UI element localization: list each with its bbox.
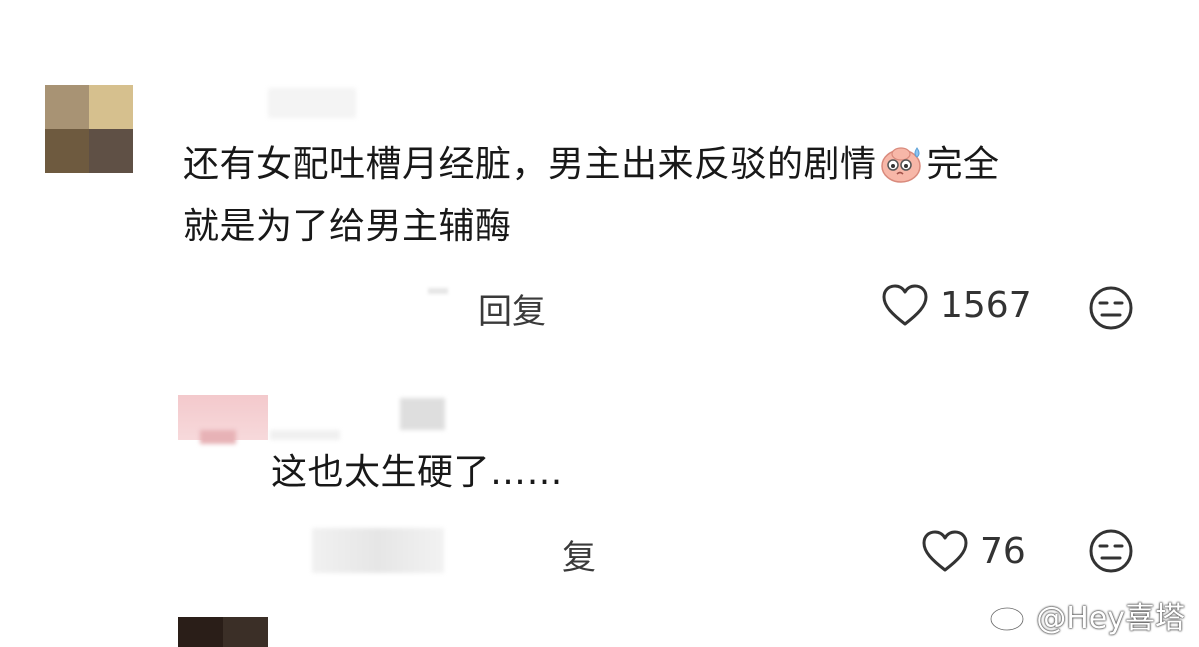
reply-button[interactable]: 回复 xyxy=(478,284,546,333)
watermark: @Hey喜塔 xyxy=(988,593,1185,637)
like-button[interactable]: 1567 xyxy=(880,282,1032,328)
weibo-logo-icon xyxy=(988,598,1032,632)
redacted-dot xyxy=(428,288,448,294)
username-redacted xyxy=(268,88,356,118)
like-count: 76 xyxy=(980,530,1026,572)
like-count: 1567 xyxy=(940,284,1032,326)
reply-button[interactable]: 复 xyxy=(562,530,596,579)
comment-text: 还有女配吐槽月经脏，男主出来反驳的剧情 完全 就是为了给男主辅酶 xyxy=(183,134,1000,258)
like-button[interactable]: 76 xyxy=(920,528,1026,574)
heart-icon xyxy=(880,282,930,328)
avatar-partial[interactable] xyxy=(178,617,268,647)
redacted-block xyxy=(312,528,444,573)
dislike-face-icon[interactable] xyxy=(1088,528,1134,574)
avatar-detail xyxy=(200,430,236,444)
username-redacted xyxy=(270,430,340,440)
sweating-face-emoji-icon xyxy=(879,140,925,184)
watermark-handle: @Hey喜塔 xyxy=(1036,601,1185,636)
avatar[interactable] xyxy=(45,85,133,173)
heart-icon xyxy=(920,528,970,574)
comment-text: 这也太生硬了…… xyxy=(271,452,564,493)
username-redacted-2 xyxy=(400,398,445,430)
dislike-face-icon[interactable] xyxy=(1088,285,1134,331)
